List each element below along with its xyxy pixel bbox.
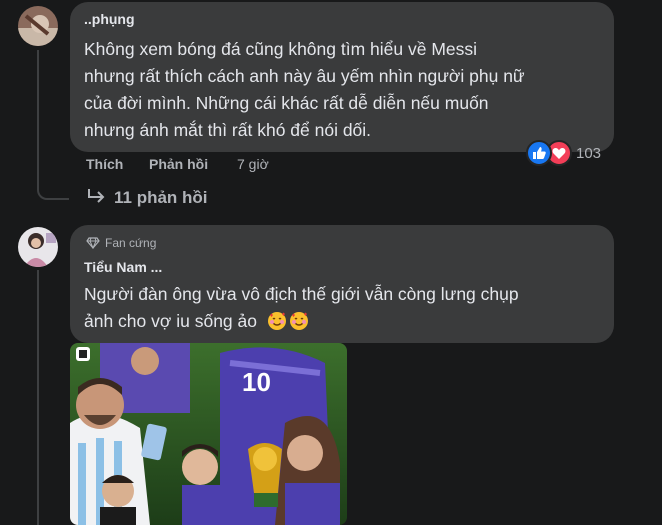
thread-line-1 [37, 50, 39, 188]
thread-line-1-curve [37, 186, 69, 200]
smiling-face-with-hearts-icon [289, 311, 309, 339]
top-fan-label: Fan cứng [105, 236, 157, 250]
reply-link[interactable]: Phản hồi [149, 156, 208, 172]
view-replies-button[interactable]: 11 phản hồi [86, 188, 208, 209]
reply-arrow-icon [86, 188, 106, 209]
comment-text-line: nhưng rất thích cách anh này âu yếm nhìn… [84, 66, 525, 86]
comment-text-line: nhưng ánh mắt thì rất khó để nói dối. [84, 120, 372, 140]
reaction-summary[interactable]: 103 [526, 140, 602, 166]
comment-text-line: ảnh cho vợ iu sống ảo [84, 308, 309, 339]
comment-bubble: Fan cứng Tiểu Nam ... Người đàn ông vừa … [70, 225, 614, 343]
avatar[interactable] [18, 227, 58, 267]
top-fan-badge: Fan cứng [86, 236, 156, 252]
comment-text-line: của đời mình. Những cái khác rất dễ diễn… [84, 93, 489, 113]
comment-photo[interactable]: 10 [70, 343, 347, 525]
comment-text: ảnh cho vợ iu sống ảo [84, 311, 257, 331]
view-replies-label: 11 phản hồi [114, 188, 208, 207]
smiling-face-with-hearts-icon [267, 311, 287, 339]
diamond-icon [86, 237, 100, 252]
comment-text-line: Không xem bóng đá cũng không tìm hiểu về… [84, 39, 478, 59]
thread-line-2 [37, 270, 39, 525]
like-icon [526, 140, 552, 166]
comment-text-line: Người đàn ông vừa vô địch thế giới vẫn c… [84, 284, 519, 304]
like-link[interactable]: Thích [86, 156, 123, 172]
comment-author[interactable]: Tiểu Nam ... [84, 259, 162, 275]
comment-timestamp[interactable]: 7 giờ [237, 156, 269, 172]
comment-actions: Thích Phản hồi 7 giờ [86, 156, 386, 176]
comment-author[interactable]: ..phụng [84, 11, 135, 27]
comment-bubble: ..phụng Không xem bóng đá cũng không tìm… [70, 2, 614, 152]
jersey-number: 10 [242, 367, 271, 397]
reaction-count: 103 [576, 144, 602, 162]
avatar[interactable] [18, 6, 58, 46]
